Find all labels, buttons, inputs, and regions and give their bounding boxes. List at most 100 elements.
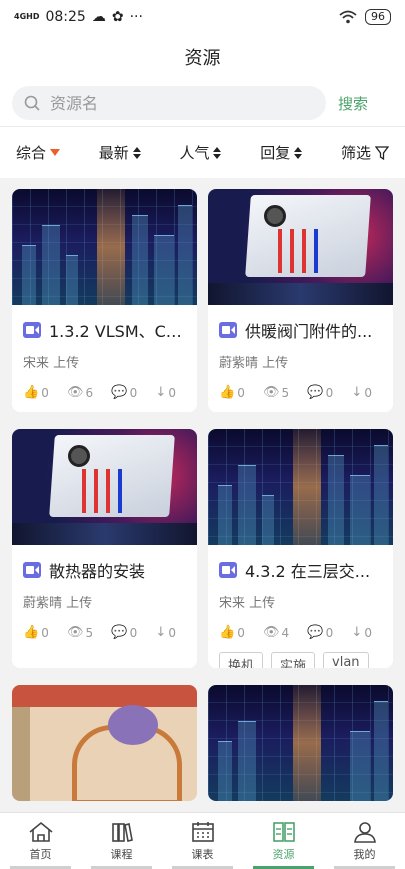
resource-card[interactable]: 供暖阀门附件的... 蔚紫晴 上传 👍 0 👁 5 💬 0 ↓ 0 [208,189,393,412]
uploader: 蔚紫晴 上传 [23,596,93,611]
comments-count: 0 [325,385,334,400]
tab-label: 课表 [191,847,214,861]
likes-count: 0 [41,385,49,400]
resource-card[interactable]: 4.3.2 在三层交... 宋来 上传 👍 0 👁 4 💬 0 ↓ 0 换机 实施 vl… [208,429,393,668]
downloads-count: 0 [168,385,176,400]
comments-count: 0 [129,385,138,400]
thumbs-up-icon: 👍 [219,385,236,400]
eye-icon: 👁 [67,625,84,640]
tab-resources[interactable]: 资源 [243,813,324,869]
filter-comprehensive[interactable]: 综合 [16,142,61,163]
resource-title: 散热器的安装 [49,562,146,581]
filter-label: 筛选 [340,144,371,162]
video-thumbnail [208,429,393,545]
cloud-icon: ☁ [91,9,106,25]
download-icon: ↓ [351,385,363,400]
likes-count: 0 [237,385,245,400]
video-thumbnail [12,429,197,545]
tab-schedule[interactable]: 课表 [162,813,243,869]
user-icon [353,821,376,843]
video-thumbnail [12,189,197,305]
sort-icon [132,146,141,159]
downloads-count: 0 [364,385,372,400]
filter-screen[interactable]: 筛选 [341,142,389,163]
pinwheel-icon: ✿ [111,9,124,25]
resource-title: 供暖阀门附件的... [245,322,373,341]
search-row: 搜索 [0,80,405,126]
video-thumbnail [208,685,393,801]
sort-icon [294,146,303,159]
status-bar: 4GHD 08:25 ☁ ✿ ··· 96 [0,0,405,34]
battery-indicator: 96 [365,9,391,25]
search-input[interactable] [50,93,280,113]
likes-count: 0 [41,625,49,640]
resource-title: 1.3.2 VLSM、CIDR [49,322,186,341]
video-icon [219,322,237,338]
tab-courses[interactable]: 课程 [81,813,162,869]
tab-label: 我的 [353,847,376,861]
filter-label: 人气 [179,144,210,162]
search-button[interactable]: 搜索 [338,93,368,114]
funnel-icon [374,145,389,160]
books-icon [111,822,133,842]
eye-icon: 👁 [263,625,280,640]
search-box[interactable] [12,86,326,120]
filter-label: 最新 [98,144,129,162]
video-thumbnail [208,189,393,305]
search-icon [24,95,40,111]
filter-latest[interactable]: 最新 [99,142,141,163]
video-icon [219,562,237,578]
tab-label: 课程 [110,847,133,861]
caret-down-icon [50,149,61,156]
comment-icon: 💬 [111,625,128,640]
video-icon [23,322,41,338]
thumbs-up-icon: 👍 [219,625,236,640]
sort-icon [213,146,222,159]
more-icon: ··· [129,9,143,25]
filter-popularity[interactable]: 人气 [179,142,222,163]
download-icon: ↓ [351,625,363,640]
tag[interactable]: vlan [323,652,369,668]
bottom-tab-bar: 首页 课程 课表 资源 我的 [0,812,405,869]
tab-home[interactable]: 首页 [0,813,81,869]
eye-icon: 👁 [67,385,84,400]
tag-list: 换机 实施 vlan [219,652,382,668]
thumbs-up-icon: 👍 [23,625,40,640]
status-time: 08:25 [45,9,86,25]
resource-icon [272,821,295,842]
views-count: 5 [281,385,290,400]
resource-grid: 1.3.2 VLSM、CIDR 宋来 上传 👍 0 👁 6 💬 0 ↓ 0 供暖… [0,178,405,812]
resource-card[interactable]: 1.3.2 VLSM、CIDR 宋来 上传 👍 0 👁 6 💬 0 ↓ 0 [12,189,197,412]
tag[interactable]: 换机 [219,652,264,668]
uploader: 蔚紫晴 上传 [219,356,289,371]
resource-card[interactable]: 散热器的安装 蔚紫晴 上传 👍 0 👁 5 💬 0 ↓ 0 [12,429,197,668]
views-count: 4 [281,625,290,640]
home-icon [28,821,53,842]
video-thumbnail [12,685,197,801]
page-header: 资源 [0,34,405,80]
resource-stats: 👍 0 👁 5 💬 0 ↓ 0 [23,625,186,640]
filter-label: 综合 [16,144,47,162]
signal-icon: 4GHD [14,12,40,21]
resource-stats: 👍 0 👁 4 💬 0 ↓ 0 [219,625,382,640]
comment-icon: 💬 [307,625,324,640]
uploader: 宋来 上传 [219,596,276,611]
resource-card[interactable] [12,685,197,801]
tab-label: 资源 [272,847,295,861]
thumbs-up-icon: 👍 [23,385,40,400]
page-title: 资源 [184,48,221,69]
resource-card[interactable] [208,685,393,801]
resource-title: 4.3.2 在三层交... [245,562,371,581]
eye-icon: 👁 [263,385,280,400]
filter-bar: 综合 最新 人气 回复 筛选 [0,126,405,178]
download-icon: ↓ [155,625,167,640]
comment-icon: 💬 [307,385,324,400]
downloads-count: 0 [364,625,372,640]
views-count: 5 [85,625,94,640]
download-icon: ↓ [155,385,167,400]
resource-stats: 👍 0 👁 6 💬 0 ↓ 0 [23,385,186,400]
tag[interactable]: 实施 [271,652,316,668]
filter-replies[interactable]: 回复 [260,142,303,163]
views-count: 6 [85,385,94,400]
tab-profile[interactable]: 我的 [324,813,405,869]
